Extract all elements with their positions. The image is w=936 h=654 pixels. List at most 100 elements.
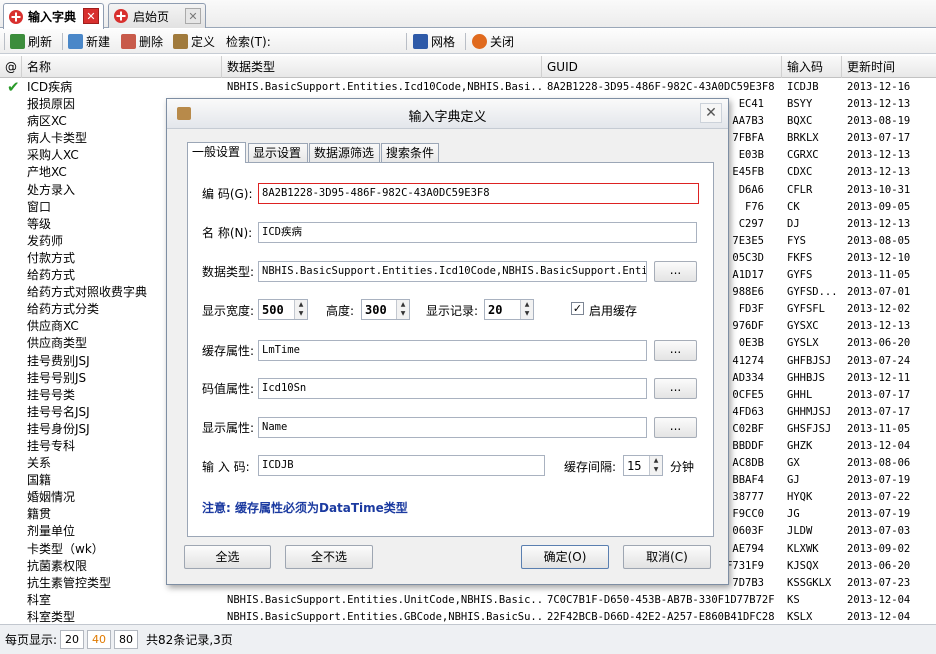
data-type-browse-button[interactable]: ...	[654, 261, 697, 282]
cache-attr-field[interactable]: LmTime	[258, 340, 647, 361]
display-width-stepper[interactable]: 500 ▲ ▼	[258, 299, 308, 320]
pagination-bar: 每页显示: 20 40 80 共82条记录,3页	[0, 624, 936, 654]
cell-update-time: 2013-06-20	[847, 559, 911, 572]
data-type-label: 数据类型:	[202, 265, 255, 279]
cell-update-time: 2013-07-22	[847, 491, 911, 504]
cell-update-time: 2013-07-19	[847, 508, 911, 521]
cell-guid: 8A2B1228-3D95-486F-982C-43A0DC59E3F8	[547, 81, 775, 93]
table-row[interactable]: 科室 NBHIS.BasicSupport.Entities.UnitCode,N…	[0, 592, 936, 609]
cell-update-time: 2013-07-01	[847, 286, 911, 299]
header-update-time[interactable]: 更新时间	[842, 56, 936, 78]
display-attr-field[interactable]: Name	[258, 417, 647, 438]
new-icon	[68, 34, 83, 49]
data-type-field[interactable]: NBHIS.BasicSupport.Entities.Icd10Code,NB…	[258, 261, 647, 282]
grid-button[interactable]: 网格	[413, 32, 455, 51]
delete-button[interactable]: 删除	[121, 32, 163, 51]
spin-arrows-icon[interactable]: ▲ ▼	[294, 300, 307, 319]
cell-update-time: 2013-07-17	[847, 405, 911, 418]
cell-input-code: GHFBJSJ	[787, 354, 832, 367]
cell-input-code: GYSLX	[787, 337, 819, 350]
spin-arrows-icon[interactable]: ▲ ▼	[520, 300, 533, 319]
cell-input-code: BSYY	[787, 98, 813, 111]
cache-attr-browse-button[interactable]: ...	[654, 340, 697, 361]
record-summary: 共82条记录,3页	[146, 633, 233, 647]
display-attr-browse-button[interactable]: ...	[654, 417, 697, 438]
tab-label: 启始页	[133, 9, 170, 24]
value-attr-field[interactable]: Icd10Sn	[258, 378, 647, 399]
cell-update-time: 2013-07-17	[847, 132, 911, 145]
header-flag[interactable]: @	[0, 56, 22, 78]
value-attr-label: 码值属性:	[202, 382, 255, 396]
cell-update-time: 2013-07-17	[847, 388, 911, 401]
cell-update-time: 2013-12-02	[847, 303, 911, 316]
tab-datasource-filter[interactable]: 数据源筛选	[309, 143, 380, 163]
tab-input-dictionary[interactable]: 输入字典 ✕	[3, 3, 104, 29]
select-none-button[interactable]: 全不选	[285, 545, 373, 569]
height-value: 300	[365, 303, 387, 317]
cell-input-code: KS	[787, 593, 800, 606]
value-attr-browse-button[interactable]: ...	[654, 378, 697, 399]
ok-button[interactable]: 确定(O)	[521, 545, 609, 569]
header-input-code[interactable]: 输入码	[782, 56, 842, 78]
header-name[interactable]: 名称	[22, 56, 222, 78]
cell-update-time: 2013-09-05	[847, 200, 911, 213]
height-label: 高度:	[326, 304, 355, 318]
delete-icon	[121, 34, 136, 49]
input-code-field[interactable]: ICDJB	[258, 455, 545, 476]
enable-cache-label: 启用缓存	[589, 304, 638, 318]
cell-update-time: 2013-10-31	[847, 183, 911, 196]
close-tab-icon[interactable]: ✕	[185, 8, 201, 24]
spin-arrows-icon[interactable]: ▲ ▼	[649, 456, 662, 475]
cell-input-code: GYFSD...	[787, 286, 838, 299]
page-size-20[interactable]: 20	[60, 630, 85, 649]
cell-input-code: GYFSFL	[787, 303, 825, 316]
grid-icon	[413, 34, 428, 49]
name-field[interactable]: ICD疾病	[258, 222, 697, 243]
display-attr-label: 显示属性:	[202, 421, 255, 435]
page-size-40[interactable]: 40	[87, 630, 112, 649]
close-tab-icon[interactable]: ✕	[83, 8, 99, 24]
cell-update-time: 2013-12-13	[847, 320, 911, 333]
define-button[interactable]: 定义	[173, 32, 215, 51]
toolbar-separator	[62, 33, 63, 50]
select-all-button[interactable]: 全选	[184, 545, 271, 569]
minutes-label: 分钟	[670, 460, 695, 474]
height-stepper[interactable]: 300 ▲ ▼	[361, 299, 410, 320]
header-guid[interactable]: GUID	[542, 56, 782, 78]
toolbar-separator	[406, 33, 407, 50]
cache-interval-stepper[interactable]: 15 ▲ ▼	[623, 455, 663, 476]
tab-start-page[interactable]: 启始页 ✕	[108, 3, 206, 28]
power-icon	[472, 34, 487, 49]
cell-input-code: GYFS	[787, 269, 813, 282]
tab-general-settings[interactable]: 一般设置	[187, 142, 246, 163]
tab-search-conditions[interactable]: 搜索条件	[381, 143, 439, 163]
dialog-close-icon[interactable]: ✕	[700, 103, 722, 123]
new-button[interactable]: 新建	[68, 32, 110, 51]
dialog-titlebar[interactable]: 输入字典定义 ✕	[167, 99, 728, 129]
cell-input-code: GHHMJSJ	[787, 405, 832, 418]
cell-input-code: KLXWK	[787, 542, 819, 555]
refresh-button[interactable]: 刷新	[10, 32, 52, 51]
cell-input-code: CDXC	[787, 166, 813, 179]
records-stepper[interactable]: 20 ▲ ▼	[484, 299, 534, 320]
cell-update-time: 2013-12-13	[847, 217, 911, 230]
page-size-80[interactable]: 80	[114, 630, 139, 649]
close-label: 关闭	[490, 35, 515, 49]
display-width-value: 500	[262, 303, 284, 317]
cell-input-code: DJ	[787, 217, 800, 230]
cell-update-time: 2013-12-16	[847, 81, 911, 93]
header-type[interactable]: 数据类型	[222, 56, 542, 78]
selected-row-check-icon: ✔	[7, 79, 20, 96]
input-code-label: 输 入 码:	[202, 460, 250, 474]
close-button[interactable]: 关闭	[472, 32, 514, 51]
tab-display-settings[interactable]: 显示设置	[248, 143, 308, 163]
enable-cache-checkbox[interactable]: ✓	[571, 302, 584, 315]
cache-attr-note: 注意: 缓存属性必须为DataTime类型	[202, 501, 408, 515]
cell-input-code: ICDJB	[787, 81, 819, 93]
table-row[interactable]: ✔ ICD疾病 NBHIS.BasicSupport.Entities.Icd10C…	[0, 79, 936, 97]
spin-arrows-icon[interactable]: ▲ ▼	[396, 300, 409, 319]
code-field[interactable]: 8A2B1228-3D95-486F-982C-43A0DC59E3F8	[258, 183, 699, 204]
name-label: 名 称(N):	[202, 226, 253, 240]
cancel-button[interactable]: 取消(C)	[623, 545, 711, 569]
records-label: 显示记录:	[426, 304, 479, 318]
